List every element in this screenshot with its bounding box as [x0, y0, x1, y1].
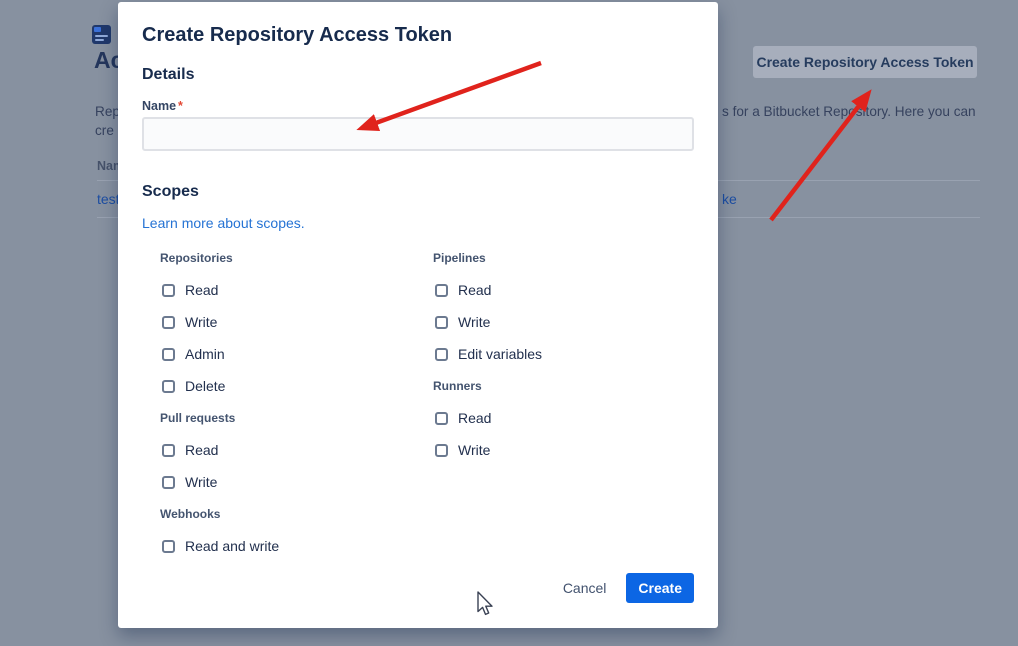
intro-text-fragment: s for a Bitbucket Repository. Here you c… — [722, 104, 976, 119]
scope-group-label: Repositories — [160, 242, 422, 274]
scope-checkbox-item[interactable]: Read — [433, 274, 695, 306]
checkbox-unchecked-icon[interactable] — [162, 348, 175, 361]
intro-text-fragment: cre — [95, 123, 114, 138]
scope-group-label: Pull requests — [160, 402, 422, 434]
checkbox-unchecked-icon[interactable] — [162, 284, 175, 297]
checkbox-unchecked-icon[interactable] — [162, 540, 175, 553]
scope-group-label: Webhooks — [160, 498, 422, 530]
create-button[interactable]: Create — [626, 573, 694, 603]
scope-checkbox-item[interactable]: Admin — [160, 338, 422, 370]
learn-more-scopes-link[interactable]: Learn more about scopes. — [142, 215, 305, 231]
checkbox-unchecked-icon[interactable] — [435, 284, 448, 297]
checkbox-unchecked-icon[interactable] — [435, 348, 448, 361]
checkbox-unchecked-icon[interactable] — [435, 316, 448, 329]
scope-checkbox-item[interactable]: Read — [160, 274, 422, 306]
scope-checkbox-item[interactable]: Write — [160, 466, 422, 498]
token-name-link[interactable]: test — [97, 191, 120, 207]
scope-item-label: Read — [185, 282, 218, 298]
scope-item-label: Write — [458, 442, 490, 458]
scope-checkbox-item[interactable]: Read and write — [160, 530, 422, 562]
scope-checkbox-item[interactable]: Delete — [160, 370, 422, 402]
scopes-column-right: Pipelines Read Write Edit variables Runners R… — [433, 242, 695, 466]
name-label-text: Name — [142, 99, 176, 113]
scope-checkbox-item[interactable]: Edit variables — [433, 338, 695, 370]
checkbox-unchecked-icon[interactable] — [162, 476, 175, 489]
cancel-button[interactable]: Cancel — [563, 580, 607, 596]
revoke-link-fragment[interactable]: ke — [722, 191, 737, 207]
checkbox-unchecked-icon[interactable] — [162, 380, 175, 393]
checkbox-unchecked-icon[interactable] — [162, 316, 175, 329]
scopes-column-left: Repositories Read Write Admin Delete Pull req… — [160, 242, 422, 562]
screen: Ac Rep cre s for a Bitbucket Repository.… — [0, 0, 1018, 646]
scope-item-label: Admin — [185, 346, 225, 362]
scope-item-label: Read — [185, 442, 218, 458]
intro-text-fragment: Rep — [95, 104, 120, 119]
scope-item-label: Delete — [185, 378, 225, 394]
scope-checkbox-item[interactable]: Write — [433, 306, 695, 338]
scope-group-label: Pipelines — [433, 242, 695, 274]
name-input[interactable] — [142, 117, 694, 151]
create-repository-access-token-button[interactable]: Create Repository Access Token — [753, 46, 977, 78]
scope-item-label: Write — [185, 474, 217, 490]
scope-checkbox-item[interactable]: Write — [433, 434, 695, 466]
details-heading: Details — [142, 66, 194, 84]
scope-item-label: Read — [458, 282, 491, 298]
scope-group-label: Runners — [433, 370, 695, 402]
scope-item-label: Write — [185, 314, 217, 330]
required-asterisk: * — [178, 99, 183, 113]
modal-footer: Cancel Create — [563, 572, 694, 604]
scope-item-label: Read and write — [185, 538, 279, 554]
scopes-heading: Scopes — [142, 183, 199, 201]
checkbox-unchecked-icon[interactable] — [435, 444, 448, 457]
name-field-label: Name* — [142, 99, 183, 113]
scope-checkbox-item[interactable]: Read — [433, 402, 695, 434]
checkbox-unchecked-icon[interactable] — [162, 444, 175, 457]
scope-item-label: Edit variables — [458, 346, 542, 362]
scope-item-label: Write — [458, 314, 490, 330]
create-repository-access-token-modal: Create Repository Access Token Details N… — [118, 2, 718, 628]
scope-checkbox-item[interactable]: Read — [160, 434, 422, 466]
modal-title: Create Repository Access Token — [142, 24, 452, 47]
checkbox-unchecked-icon[interactable] — [435, 412, 448, 425]
scope-item-label: Read — [458, 410, 491, 426]
scope-checkbox-item[interactable]: Write — [160, 306, 422, 338]
